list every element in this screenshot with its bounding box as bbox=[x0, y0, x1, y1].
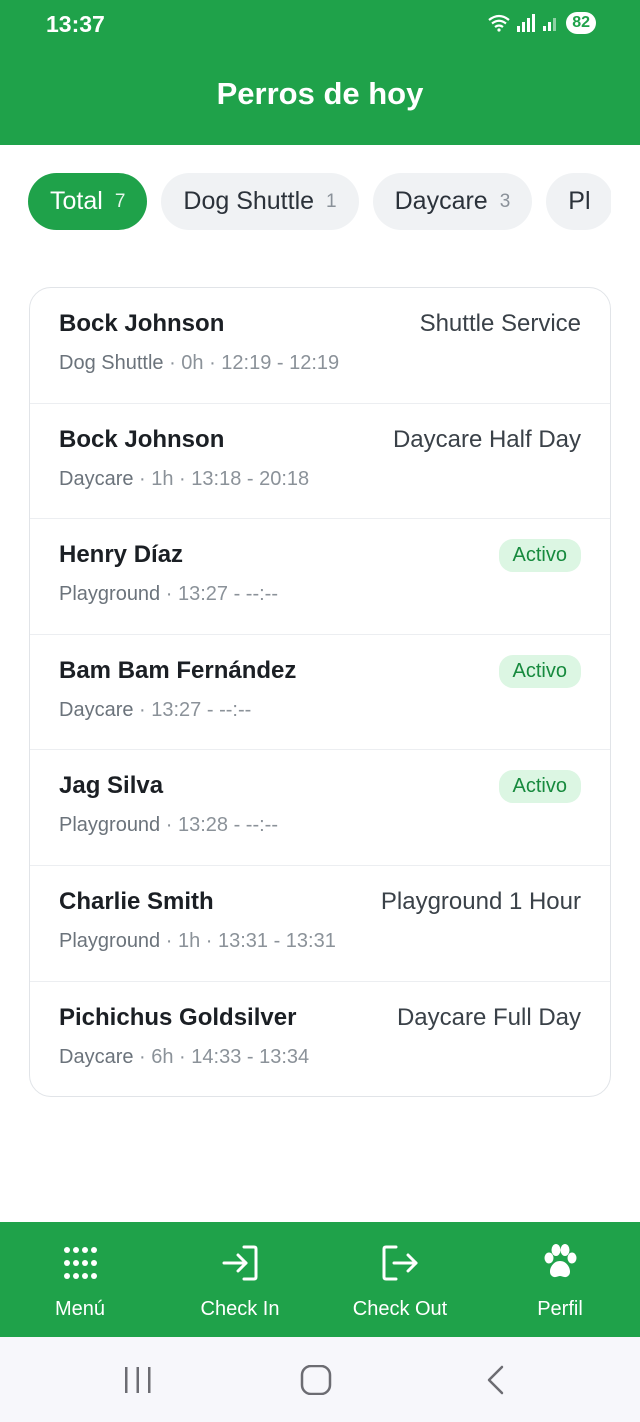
dog-name: Bock Johnson bbox=[59, 310, 225, 337]
signal-icon-2 bbox=[543, 18, 557, 31]
entry-details: · 6h · 14:33 - 13:34 bbox=[133, 1045, 310, 1068]
entry-service: Playground bbox=[59, 929, 161, 952]
entry-meta: Playground · 13:28 - --:-- bbox=[59, 814, 278, 837]
tab-count: 3 bbox=[499, 190, 511, 212]
nav-check-out[interactable]: Check Out bbox=[320, 1222, 480, 1337]
status-badge: Activo bbox=[498, 539, 581, 573]
service-type: Daycare Half Day bbox=[392, 425, 581, 453]
filter-tabs: Total 7 Dog Shuttle 1 Daycare 3 Pl bbox=[28, 173, 611, 231]
entry-meta: Dog Shuttle · 0h · 12:19 - 12:19 bbox=[59, 352, 339, 375]
back-icon[interactable] bbox=[484, 1365, 508, 1395]
entry-service: Daycare bbox=[59, 467, 134, 490]
list-item[interactable]: Bam Bam Fernández Daycare · 13:27 - --:-… bbox=[30, 635, 610, 751]
nav-label: Menú bbox=[54, 1298, 106, 1320]
tab-dog-shuttle[interactable]: Dog Shuttle 1 bbox=[161, 173, 359, 230]
status-badge: Activo bbox=[498, 770, 581, 804]
tab-count: 1 bbox=[326, 190, 337, 212]
wifi-icon bbox=[488, 14, 510, 32]
nav-label: Check In bbox=[200, 1298, 280, 1320]
recent-apps-icon[interactable] bbox=[122, 1365, 154, 1395]
system-nav-bar bbox=[0, 1337, 640, 1422]
status-time: 13:37 bbox=[46, 11, 105, 37]
entry-meta: Daycare · 13:27 - --:-- bbox=[59, 699, 251, 722]
check-in-icon bbox=[220, 1242, 260, 1284]
list-item[interactable]: Charlie Smith Playground · 1h · 13:31 - … bbox=[30, 866, 610, 982]
nav-perfil[interactable]: Perfil bbox=[480, 1222, 640, 1337]
signal-icon bbox=[517, 14, 536, 32]
entry-details: · 1h · 13:31 - 13:31 bbox=[160, 929, 336, 952]
tab-daycare[interactable]: Daycare 3 bbox=[372, 173, 533, 230]
battery-indicator: 82 bbox=[566, 12, 596, 34]
dog-name: Henry Díaz bbox=[59, 541, 184, 569]
dog-name: Charlie Smith bbox=[59, 887, 214, 915]
dog-name: Bam Bam Fernández bbox=[59, 656, 297, 684]
status-icons: 82 bbox=[488, 12, 596, 34]
entry-details: · 1h · 13:18 - 20:18 bbox=[133, 467, 310, 490]
page-title: Perros de hoy bbox=[216, 76, 424, 111]
entry-details: · 13:27 - --:-- bbox=[133, 698, 252, 721]
entry-meta: Daycare · 6h · 14:33 - 13:34 bbox=[59, 1046, 309, 1069]
service-type: Playground 1 Hour bbox=[380, 887, 581, 915]
tab-label: Pl bbox=[568, 187, 591, 215]
check-out-icon bbox=[380, 1242, 420, 1284]
entry-meta: Playground · 13:27 - --:-- bbox=[59, 583, 278, 606]
dogs-list: Bock Johnson Dog Shuttle · 0h · 12:19 - … bbox=[29, 287, 611, 1097]
home-icon[interactable] bbox=[300, 1365, 332, 1395]
entry-service: Daycare bbox=[59, 1045, 134, 1068]
dog-name: Pichichus Goldsilver bbox=[59, 1003, 297, 1031]
nav-check-in[interactable]: Check In bbox=[160, 1222, 320, 1337]
dog-name: Jag Silva bbox=[59, 772, 164, 800]
tab-playground[interactable]: Pl bbox=[546, 173, 611, 230]
dog-name: Bock Johnson bbox=[59, 425, 225, 453]
list-item[interactable]: Bock Johnson Dog Shuttle · 0h · 12:19 - … bbox=[30, 288, 610, 404]
service-type: Shuttle Service bbox=[419, 310, 581, 337]
tab-label: Daycare bbox=[394, 187, 488, 215]
status-badge: Activo bbox=[498, 654, 581, 688]
entry-details: · 13:28 - --:-- bbox=[160, 814, 278, 837]
entry-service: Playground bbox=[59, 814, 161, 837]
tab-label: Total bbox=[50, 187, 103, 215]
tab-count: 7 bbox=[114, 190, 126, 212]
entry-service: Daycare bbox=[59, 698, 134, 721]
entry-meta: Daycare · 1h · 13:18 - 20:18 bbox=[59, 468, 309, 491]
entry-service: Playground bbox=[59, 583, 161, 606]
entry-details: · 13:27 - --:-- bbox=[160, 583, 278, 606]
service-type: Daycare Full Day bbox=[396, 1003, 581, 1031]
list-item[interactable]: Henry Díaz Playground · 13:27 - --:-- Ac… bbox=[30, 519, 610, 635]
app-header: 13:37 82 Perros de hoy bbox=[0, 0, 640, 145]
nav-label: Check Out bbox=[352, 1298, 448, 1320]
entry-meta: Playground · 1h · 13:31 - 13:31 bbox=[59, 930, 336, 953]
tab-label: Dog Shuttle bbox=[183, 187, 315, 215]
list-item[interactable]: Bock Johnson Daycare · 1h · 13:18 - 20:1… bbox=[30, 404, 610, 520]
nav-menu[interactable]: Menú bbox=[0, 1222, 160, 1337]
nav-label: Perfil bbox=[537, 1298, 583, 1320]
bottom-nav: Menú Check In Check Out Perfil bbox=[0, 1222, 640, 1337]
entry-details: · 0h · 12:19 - 12:19 bbox=[163, 352, 340, 374]
grid-dots-icon bbox=[60, 1242, 100, 1284]
list-item[interactable]: Pichichus Goldsilver Daycare · 6h · 14:3… bbox=[30, 982, 610, 1096]
tab-total[interactable]: Total 7 bbox=[28, 173, 148, 230]
list-item[interactable]: Jag Silva Playground · 13:28 - --:-- Act… bbox=[30, 750, 610, 866]
entry-service: Dog Shuttle bbox=[59, 352, 164, 374]
paw-icon bbox=[540, 1242, 580, 1284]
